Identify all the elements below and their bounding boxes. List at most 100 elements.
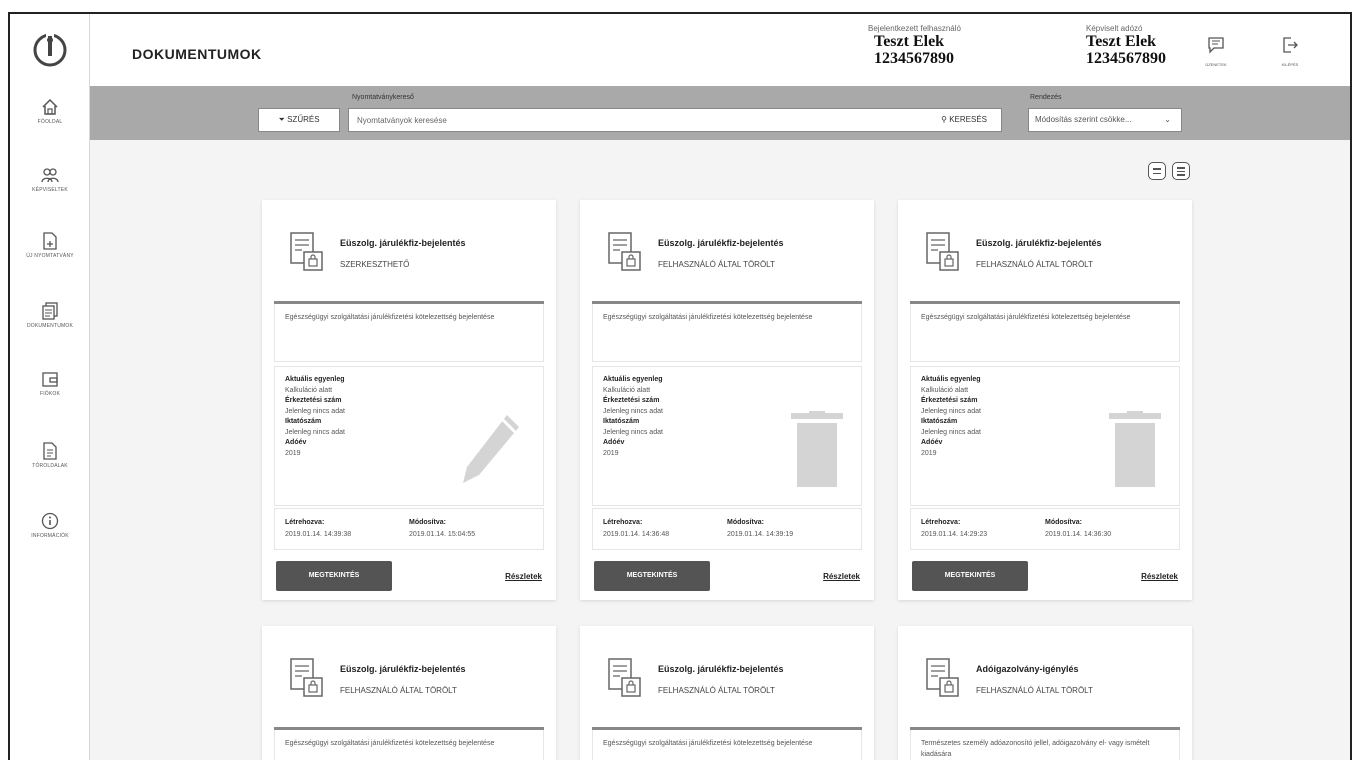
card-dates: Létrehozva: 2019.01.14. 14:39:38 Módosít… xyxy=(274,508,544,550)
app-window: Főoldal Képviseltek Új nyomtatvány Dokum… xyxy=(8,12,1352,760)
search-caption: Nyomtatványkereső xyxy=(352,94,414,101)
card-title: Eüszolg. járulékfiz-bejelentés xyxy=(658,664,784,674)
created-label: Létrehozva: xyxy=(921,519,961,526)
search-button[interactable]: ⚲ KERESÉS xyxy=(941,115,987,124)
sidebar-item-label: Fiókok xyxy=(39,391,61,397)
chevron-down-icon: ⌄ xyxy=(1164,115,1171,124)
filter-button[interactable]: ⏷ SZŰRÉS xyxy=(258,108,340,132)
arrival-label: Érkeztetési szám xyxy=(921,397,978,404)
represented-caption: Képviselt adózó xyxy=(1086,24,1143,33)
sidebar-item-represented[interactable]: Képviseltek xyxy=(10,166,90,216)
sidebar-item-label: Új nyomtatvány xyxy=(26,253,74,259)
search-placeholder: Nyomtatványok keresése xyxy=(357,116,447,125)
account-icon xyxy=(42,372,58,387)
sidebar-item-accounts[interactable]: Fiókok xyxy=(10,370,90,420)
document-icon xyxy=(290,232,323,271)
sort-select[interactable]: Módosítás szerint csökke... ⌄ xyxy=(1028,108,1182,132)
sidebar-item-home[interactable]: Főoldal xyxy=(10,98,90,148)
balance-value: Kalkuláció alatt xyxy=(603,386,651,394)
sidebar-item-label: Információk xyxy=(31,533,69,539)
filter-bar: ⏷ SZŰRÉS Nyomtatványkereső Nyomtatványok… xyxy=(90,86,1350,140)
sidebar-item-pages[interactable]: Tóroldalak xyxy=(10,442,90,492)
logged-in-user: Bejelentkezett felhasználó Teszt Elek 12… xyxy=(868,24,961,67)
trash-icon xyxy=(1109,411,1161,487)
documents-icon xyxy=(42,302,58,320)
created-value: 2019.01.14. 14:36:48 xyxy=(603,531,670,538)
document-icon xyxy=(926,232,959,271)
card-dates: Létrehozva: 2019.01.14. 14:36:48 Módosít… xyxy=(592,508,862,550)
view-button[interactable]: MEGTEKINTÉS xyxy=(912,561,1028,591)
card-title: Eüszolg. járulékfiz-bejelentés xyxy=(976,238,1102,248)
document-icon xyxy=(290,658,323,697)
messages-button[interactable]: ÜZENETEK xyxy=(1196,36,1236,67)
represented-name: Teszt Elek xyxy=(1086,33,1157,50)
represented-id: 1234567890 xyxy=(1086,50,1166,67)
new-document-icon xyxy=(43,232,57,250)
card-description: Egészségügyi szolgáltatási járulékfizeté… xyxy=(592,730,862,760)
balance-label: Aktuális egyenleg xyxy=(603,376,663,383)
logout-label: KILÉPÉS xyxy=(1281,62,1299,67)
messages-label: ÜZENETEK xyxy=(1205,62,1227,67)
logged-in-id: 1234567890 xyxy=(874,50,954,67)
card-title: Eüszolg. járulékfiz-bejelentés xyxy=(340,664,466,674)
logged-in-caption: Bejelentkezett felhasználó xyxy=(868,24,961,33)
card-status: FELHASZNÁLÓ ÁLTAL TÖRÖLT xyxy=(340,686,457,695)
represented-taxpayer: Képviselt adózó Teszt Elek 1234567890 xyxy=(1086,24,1166,67)
view-button[interactable]: MEGTEKINTÉS xyxy=(276,561,392,591)
balance-label: Aktuális egyenleg xyxy=(921,376,981,383)
top-header: DOKUMENTUMOK Bejelentkezett felhasználó … xyxy=(90,14,1350,86)
balance-value: Kalkuláció alatt xyxy=(285,386,333,394)
view-button[interactable]: MEGTEKINTÉS xyxy=(594,561,710,591)
document-card: Adóigazolvány-igénylés FELHASZNÁLÓ ÁLTAL… xyxy=(898,626,1192,760)
trash-icon xyxy=(791,411,843,487)
card-title: Eüszolg. járulékfiz-bejelentés xyxy=(340,238,466,248)
filter-icon: ⏷ xyxy=(278,115,285,124)
modified-value: 2019.01.14. 15:04:55 xyxy=(409,531,476,538)
sort-caption: Rendezés xyxy=(1030,94,1062,101)
card-title: Adóigazolvány-igénylés xyxy=(976,664,1079,674)
card-title: Eüszolg. járulékfiz-bejelentés xyxy=(658,238,784,248)
created-label: Létrehozva: xyxy=(285,519,325,526)
list-view-toggle[interactable] xyxy=(1148,162,1166,180)
report-icon xyxy=(43,442,57,460)
app-logo-icon[interactable] xyxy=(32,30,68,68)
card-description: Egészségügyi szolgáltatási járulékfizeté… xyxy=(592,304,862,362)
search-input[interactable]: Nyomtatványok keresése ⚲ KERESÉS xyxy=(348,108,1002,132)
sidebar-item-label: Főoldal xyxy=(37,119,63,125)
document-card: Eüszolg. járulékfiz-bejelentés SZERKESZT… xyxy=(262,200,556,600)
document-card: Eüszolg. járulékfiz-bejelentés FELHASZNÁ… xyxy=(580,200,874,600)
grid-view-toggle[interactable] xyxy=(1172,162,1190,180)
sidebar-item-label: Tóroldalak xyxy=(32,463,68,469)
sidebar-item-information[interactable]: Információk xyxy=(10,512,90,562)
details-link[interactable]: Részletek xyxy=(1141,572,1178,581)
document-icon xyxy=(608,658,641,697)
sidebar-item-label: Dokumentumok xyxy=(26,323,73,329)
sidebar-item-documents[interactable]: Dokumentumok xyxy=(10,302,90,352)
document-icon xyxy=(926,658,959,697)
document-card: Eüszolg. járulékfiz-bejelentés FELHASZNÁ… xyxy=(898,200,1192,600)
document-card: Eüszolg. járulékfiz-bejelentés FELHASZNÁ… xyxy=(262,626,556,760)
details-link[interactable]: Részletek xyxy=(823,572,860,581)
created-label: Létrehozva: xyxy=(603,519,643,526)
details-link[interactable]: Részletek xyxy=(505,572,542,581)
balance-value: Kalkuláció alatt xyxy=(921,386,969,394)
search-icon: ⚲ xyxy=(941,115,947,124)
message-icon xyxy=(1208,37,1224,54)
arrival-label: Érkeztetési szám xyxy=(603,397,660,404)
card-status: SZERKESZTHETŐ xyxy=(340,260,410,269)
card-meta: Aktuális egyenleg Kalkuláció alatt Érkez… xyxy=(274,366,544,506)
card-status: FELHASZNÁLÓ ÁLTAL TÖRÖLT xyxy=(976,260,1093,269)
home-icon xyxy=(42,98,58,115)
sidebar-item-label: Képviseltek xyxy=(32,187,68,193)
logout-button[interactable]: KILÉPÉS xyxy=(1270,36,1310,67)
card-status: FELHASZNÁLÓ ÁLTAL TÖRÖLT xyxy=(658,260,775,269)
users-icon xyxy=(41,168,59,183)
card-status: FELHASZNÁLÓ ÁLTAL TÖRÖLT xyxy=(976,686,1093,695)
logged-in-name: Teszt Elek xyxy=(874,33,945,50)
arrival-label: Érkeztetési szám xyxy=(285,397,342,404)
sidebar-item-new-form[interactable]: Új nyomtatvány xyxy=(10,232,90,282)
card-dates: Létrehozva: 2019.01.14. 14:29:23 Módosít… xyxy=(910,508,1180,550)
modified-value: 2019.01.14. 14:39:19 xyxy=(727,531,794,538)
page-title: DOKUMENTUMOK xyxy=(132,46,262,62)
card-status: FELHASZNÁLÓ ÁLTAL TÖRÖLT xyxy=(658,686,775,695)
